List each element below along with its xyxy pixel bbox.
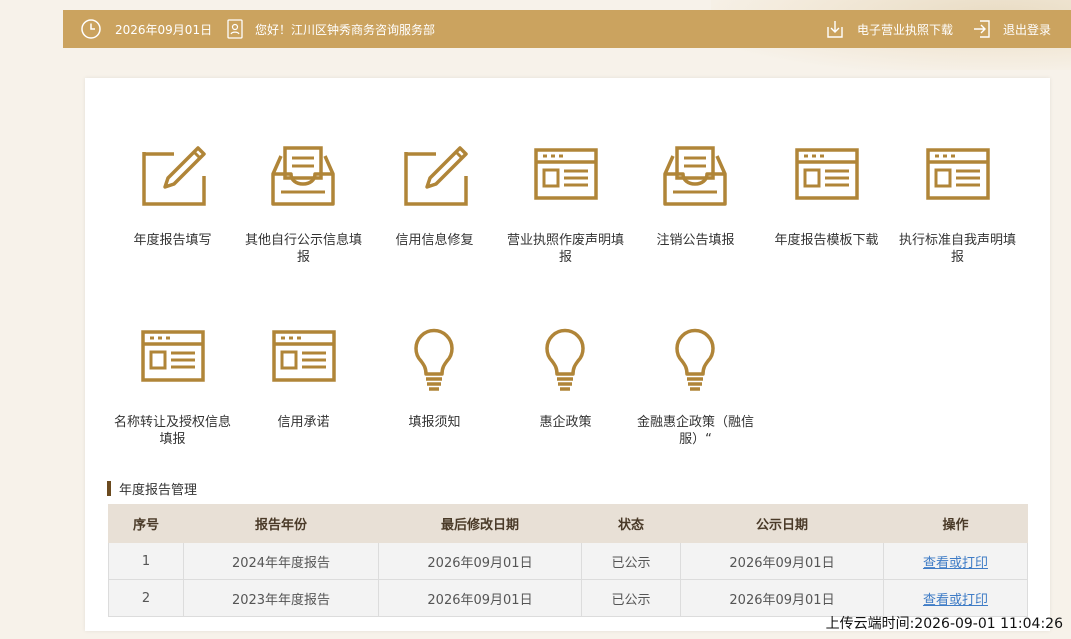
function-tile-label: 营业执照作废声明填报 xyxy=(506,233,624,265)
date-display: 2026年09月01日 xyxy=(81,10,212,48)
function-tile[interactable]: 填报须知 xyxy=(369,322,500,431)
cell-modified-date: 2026年09月01日 xyxy=(378,579,582,617)
function-tile-label: 填报须知 xyxy=(408,415,461,430)
table-row: 2 2023年年度报告 2026年09月01日 已公示 2026年09月01日 … xyxy=(108,579,1028,617)
view-print-link[interactable]: 查看或打印 xyxy=(923,593,988,608)
current-date: 2026年09月01日 xyxy=(115,22,213,37)
lightbulb-icon xyxy=(500,322,631,392)
function-tile[interactable]: 年度报告模板下载 xyxy=(761,140,892,249)
header-index: 序号 xyxy=(108,504,184,543)
cell-public-date: 2026年09月01日 xyxy=(680,579,884,617)
edit-icon xyxy=(369,140,500,210)
inbox-icon xyxy=(238,140,369,210)
function-tile[interactable]: 其他自行公示信息填报 xyxy=(238,140,369,266)
cell-public-date: 2026年09月01日 xyxy=(680,542,884,580)
view-print-link[interactable]: 查看或打印 xyxy=(923,556,988,571)
function-tile[interactable]: 信用信息修复 xyxy=(369,140,500,249)
logout-icon xyxy=(973,19,991,39)
cell-status: 已公示 xyxy=(581,579,681,617)
window-form-icon xyxy=(238,322,369,392)
header-status: 状态 xyxy=(581,504,681,543)
function-tile-label: 注销公告填报 xyxy=(656,233,735,248)
inbox-icon xyxy=(630,140,761,210)
header-modified-date: 最后修改日期 xyxy=(378,504,582,543)
window-form-icon xyxy=(107,322,238,392)
section-title: 年度报告管理 xyxy=(107,480,198,498)
window-form-icon xyxy=(761,140,892,210)
header-report-year: 报告年份 xyxy=(183,504,379,543)
function-tile-label: 惠企政策 xyxy=(539,415,592,430)
function-tile-label: 信用信息修复 xyxy=(395,233,474,248)
clock-icon xyxy=(81,19,101,39)
function-tile-label: 其他自行公示信息填报 xyxy=(244,233,362,265)
greeting-text: 您好！江川区钟秀商务咨询服务部 xyxy=(255,22,436,37)
logout-label: 退出登录 xyxy=(1003,22,1052,37)
download-license-link[interactable]: 电子营业执照下载 xyxy=(825,10,953,48)
header-action: 操作 xyxy=(883,504,1028,543)
function-tile[interactable]: 信用承诺 xyxy=(238,322,369,431)
cell-action: 查看或打印 xyxy=(883,579,1028,617)
upload-time: 上传云端时间:2026-09-01 11:04:26 xyxy=(825,616,1063,632)
function-tile-label: 金融惠企政策（融信服）“ xyxy=(636,415,754,447)
function-tile[interactable]: 惠企政策 xyxy=(500,322,631,431)
window-form-icon xyxy=(500,140,631,210)
greeting-area: 您好！江川区钟秀商务咨询服务部 xyxy=(227,10,435,48)
lightbulb-icon xyxy=(369,322,500,392)
cell-index: 1 xyxy=(108,542,184,580)
table-header-row: 序号 报告年份 最后修改日期 状态 公示日期 操作 xyxy=(108,504,1028,543)
logout-link[interactable]: 退出登录 xyxy=(973,10,1051,48)
top-bar: 2026年09月01日 您好！江川区钟秀商务咨询服务部 电子营业执照下载 退出登… xyxy=(63,10,1071,48)
annual-report-table: 序号 报告年份 最后修改日期 状态 公示日期 操作 1 2024年年度报告 20… xyxy=(108,504,1028,617)
header-public-date: 公示日期 xyxy=(680,504,884,543)
cell-action: 查看或打印 xyxy=(883,542,1028,580)
window-form-icon xyxy=(892,140,1023,210)
table-row: 1 2024年年度报告 2026年09月01日 已公示 2026年09月01日 … xyxy=(108,542,1028,580)
lightbulb-icon xyxy=(630,322,761,392)
cell-modified-date: 2026年09月01日 xyxy=(378,542,582,580)
function-tile-label: 执行标准自我声明填报 xyxy=(898,233,1016,265)
download-license-label: 电子营业执照下载 xyxy=(857,22,954,37)
function-tile-label: 信用承诺 xyxy=(277,415,330,430)
section-title-text: 年度报告管理 xyxy=(119,482,198,498)
download-icon xyxy=(825,19,845,39)
cell-status: 已公示 xyxy=(581,542,681,580)
function-tile-label: 名称转让及授权信息填报 xyxy=(113,415,231,447)
edit-icon xyxy=(107,140,238,210)
function-tile[interactable]: 执行标准自我声明填报 xyxy=(892,140,1023,266)
cell-report-year: 2024年年度报告 xyxy=(183,542,379,580)
function-tile[interactable]: 年度报告填写 xyxy=(107,140,238,249)
cell-index: 2 xyxy=(108,579,184,617)
cell-report-year: 2023年年度报告 xyxy=(183,579,379,617)
user-card-icon xyxy=(227,19,243,39)
function-tile-label: 年度报告模板下载 xyxy=(774,233,879,248)
function-tile[interactable]: 注销公告填报 xyxy=(630,140,761,249)
function-tile[interactable]: 营业执照作废声明填报 xyxy=(500,140,631,266)
function-tile[interactable]: 金融惠企政策（融信服）“ xyxy=(630,322,761,448)
function-tile-label: 年度报告填写 xyxy=(133,233,212,248)
function-tile[interactable]: 名称转让及授权信息填报 xyxy=(107,322,238,448)
section-marker xyxy=(107,480,111,496)
